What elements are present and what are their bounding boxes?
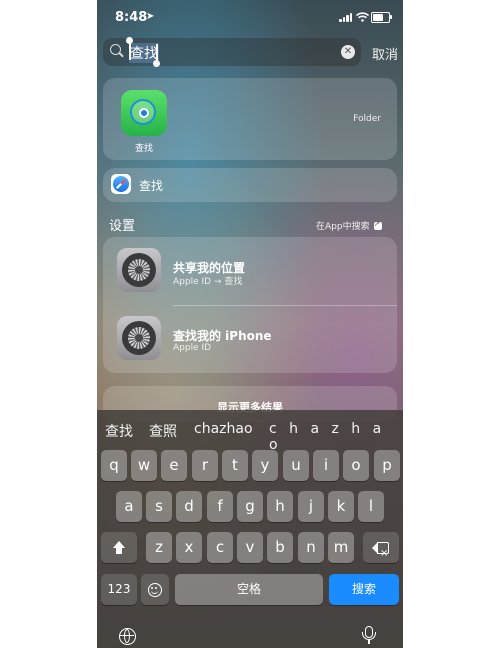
shift-key[interactable]: [101, 532, 137, 563]
battery-icon: [371, 12, 390, 23]
clear-search-button[interactable]: ✕: [341, 45, 355, 59]
emoji-icon: [148, 582, 162, 597]
gear-hub: [135, 334, 143, 342]
key-letter[interactable]: f: [207, 491, 233, 522]
candidate-word[interactable]: c h a z h a o: [269, 421, 403, 453]
settings-row-subtitle: Apple ID: [173, 343, 212, 353]
gear-hub: [135, 266, 143, 274]
key-letter[interactable]: g: [237, 491, 263, 522]
key-letter[interactable]: z: [146, 532, 172, 563]
search-key[interactable]: 搜索: [329, 574, 399, 605]
safari-suggestion-label: 查找: [139, 179, 164, 193]
settings-section-title: 设置: [109, 219, 136, 234]
candidate-word[interactable]: 查找: [105, 421, 133, 441]
phone-screen: 8:48 ➤ 查找 ✕ 取消 查找 Folder 查找 设置 在App中搜索↗ …: [97, 0, 403, 648]
candidate-word[interactable]: 查照: [149, 421, 177, 441]
backspace-icon: ×: [372, 541, 390, 559]
key-letter[interactable]: s: [146, 491, 172, 522]
settings-row-subtitle: Apple ID → 查找: [173, 277, 243, 287]
shift-arrow-icon: [112, 540, 126, 555]
battery-tip: [390, 15, 392, 19]
selection-end-handle[interactable]: [153, 44, 159, 67]
location-icon: ➤: [146, 11, 155, 22]
key-letter[interactable]: p: [374, 450, 400, 481]
open-arrow-icon: [373, 219, 382, 230]
key-letter[interactable]: n: [298, 532, 324, 563]
row-divider: [173, 305, 397, 306]
key-letter[interactable]: i: [313, 450, 339, 481]
key-letter[interactable]: h: [267, 491, 293, 522]
settings-row-title[interactable]: 查找我的 iPhone: [173, 327, 272, 344]
key-letter[interactable]: y: [252, 450, 278, 481]
find-my-app-icon[interactable]: [121, 90, 167, 136]
key-letter[interactable]: b: [267, 532, 293, 563]
key-letter[interactable]: v: [237, 532, 263, 563]
key-letter[interactable]: x: [176, 532, 202, 563]
search-in-app-link[interactable]: 在App中搜索: [316, 219, 382, 232]
numbers-key[interactable]: 123: [101, 574, 137, 605]
key-letter[interactable]: r: [192, 450, 218, 481]
key-letter[interactable]: e: [161, 450, 187, 481]
key-letter[interactable]: k: [328, 491, 354, 522]
folder-label: Folder: [353, 114, 381, 124]
settings-gear-icon: [117, 248, 161, 292]
key-letter[interactable]: u: [283, 450, 309, 481]
safari-compass-icon: [111, 174, 131, 194]
settings-gear-icon: [117, 316, 161, 360]
settings-results-card: 共享我的位置 Apple ID → 查找 查找我的 iPhone Apple I…: [103, 237, 397, 373]
safari-suggestion-row[interactable]: 查找: [103, 168, 397, 202]
key-letter[interactable]: l: [358, 491, 384, 522]
globe-icon[interactable]: [119, 628, 136, 645]
candidate-word[interactable]: chazhao: [194, 421, 253, 437]
keyboard: 查找 查照 chazhao c h a z h a o q w e r t y …: [97, 410, 403, 648]
backspace-x: ×: [380, 547, 389, 559]
status-bar: 8:48 ➤: [97, 0, 403, 34]
emoji-key[interactable]: [141, 574, 169, 605]
key-letter[interactable]: d: [176, 491, 202, 522]
cellular-signal-icon: [339, 13, 353, 22]
key-letter[interactable]: j: [298, 491, 324, 522]
search-in-app-label: 在App中搜索: [316, 222, 370, 232]
microphone-stand: [362, 632, 376, 640]
find-my-app-label: 查找: [134, 144, 153, 154]
key-letter[interactable]: o: [343, 450, 369, 481]
microphone-base: [368, 640, 370, 644]
key-letter[interactable]: m: [328, 532, 354, 563]
key-letter[interactable]: c: [207, 532, 233, 563]
search-icon: [110, 44, 121, 55]
key-letter[interactable]: t: [222, 450, 248, 481]
find-my-dot: [139, 108, 149, 118]
key-letter[interactable]: q: [101, 450, 127, 481]
top-hit-card[interactable]: 查找 Folder: [103, 78, 397, 160]
wifi-icon: [356, 12, 369, 22]
search-field[interactable]: 查找 ✕: [103, 37, 361, 67]
key-letter[interactable]: w: [131, 450, 157, 481]
cancel-button[interactable]: 取消: [372, 44, 398, 63]
status-time: 8:48: [115, 10, 148, 25]
key-letter[interactable]: a: [116, 491, 142, 522]
selection-start-handle[interactable]: [126, 37, 132, 60]
delete-key[interactable]: ×: [363, 532, 399, 563]
space-key[interactable]: 空格: [175, 574, 323, 605]
